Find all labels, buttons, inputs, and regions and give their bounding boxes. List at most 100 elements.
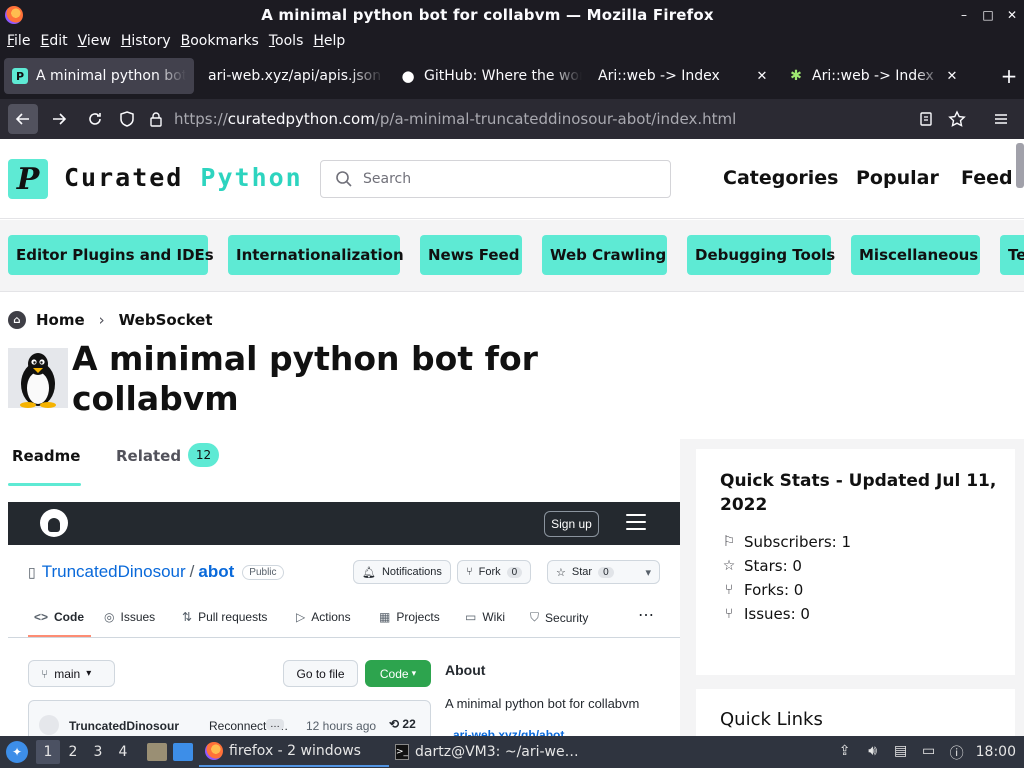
volume-icon[interactable]: 🔊︎ [864,743,882,761]
logo-word-curated: Curated [64,163,184,192]
arrow-left-icon [15,113,29,125]
code-icon: <> [34,610,49,624]
menu-bookmarks[interactable]: Bookmarks [181,33,259,49]
tab-label: Ari::web -> Index [598,68,720,84]
github-fork-button: ⑂ Fork 0 [457,560,532,584]
category-internationalization[interactable]: Internationalization [228,235,404,275]
category-editor-plugins[interactable]: Editor Plugins and IDEs [8,235,214,275]
star-icon: ☆ [556,566,566,579]
workspace-1[interactable]: 1 [36,740,60,764]
menu-help[interactable]: Help [313,33,345,49]
github-latest-commit: TruncatedDinosour Reconnect a… … 12 hour… [28,700,431,736]
file-manager-icon[interactable] [147,743,167,761]
taskbar: ✦ 1 2 3 4 firefox - 2 windows >_ dartz@V… [0,736,1024,768]
show-desktop-icon[interactable] [173,743,193,761]
menu-file[interactable]: File [7,33,30,49]
display-icon[interactable]: ▭ [920,743,938,761]
play-icon: ▷ [296,610,306,624]
github-notifications-button: 🔔︎ Notifications [353,560,451,584]
site-search-input[interactable]: Search [320,160,671,198]
commit-count: 22 [402,717,416,731]
related-count-badge: 12 [188,443,219,467]
site-logo-text[interactable]: Curated Python [64,163,303,192]
star-label: Star [571,566,593,578]
stat-issues-label: Issues: 0 [744,605,810,623]
upload-icon[interactable]: ⇪ [836,743,854,761]
url-text[interactable]: https://curatedpython.com/p/a-minimal-tr… [174,110,736,128]
url-path: /p/a-minimal-truncateddinosour-abot/inde… [374,110,737,128]
taskbar-terminal[interactable]: >_ dartz@VM3: ~/ari-we… [389,737,579,767]
table-icon: ▦ [379,610,391,624]
minimize-icon[interactable]: – [952,8,976,22]
menu-view[interactable]: View [78,33,111,49]
menu-tools[interactable]: Tools [269,33,304,49]
book-icon: ▭ [465,610,477,624]
tab-readme[interactable]: Readme [12,447,80,465]
quick-links-title: Quick Links [720,709,823,730]
nav-prs-label: Pull requests [198,610,268,624]
arrow-right-icon [53,113,67,125]
close-icon[interactable]: ✕ [1000,8,1024,22]
workspace-3[interactable]: 3 [86,744,110,760]
reload-button[interactable] [80,104,110,134]
github-about-description: A minimal python bot for collabvm [445,696,640,711]
browser-tab-ari-web-index[interactable]: Ari::web -> Index ✕ [590,58,780,94]
nav-popular[interactable]: Popular [856,167,939,189]
site-header: P Curated Python Search Categories Popul… [0,139,1024,219]
nav-feed[interactable]: Feed [961,167,1013,189]
start-menu-icon[interactable]: ✦ [6,741,28,763]
taskbar-firefox[interactable]: firefox - 2 windows [199,737,389,767]
workspace-2[interactable]: 2 [61,744,85,760]
shield-icon[interactable] [118,110,136,128]
fork-icon: ⑂ [466,566,473,578]
window-titlebar: A minimal python bot for collabvm — Mozi… [0,0,1024,29]
category-truncated[interactable]: Te [1000,235,1024,275]
new-tab-button[interactable]: + [994,64,1024,88]
forward-button[interactable] [44,104,74,134]
url-bar[interactable]: https://curatedpython.com/p/a-minimal-tr… [116,103,966,135]
category-news-feed[interactable]: News Feed [420,235,522,275]
reader-view-icon[interactable] [918,111,934,127]
category-strip: Editor Plugins and IDEs Internationaliza… [0,220,1024,292]
app-menu-button[interactable] [986,104,1016,134]
maximize-icon[interactable]: □ [976,8,1000,22]
nav-categories[interactable]: Categories [723,167,838,189]
menu-edit[interactable]: Edit [40,33,67,49]
breadcrumb-home[interactable]: Home [36,311,85,329]
browser-tab-ari-web-index-2[interactable]: ✱ Ari::web -> Index ✕ [780,58,970,94]
category-debugging-tools[interactable]: Debugging Tools [687,235,835,275]
quick-links-card: Quick Links [696,689,1015,736]
site-logo-icon[interactable]: P [8,159,48,199]
browser-tab-curatedpython[interactable]: P A minimal python bot for collabvm [4,58,194,94]
lock-icon[interactable] [148,111,164,127]
close-tab-icon[interactable]: ✕ [752,69,772,84]
github-repo-name: abot [198,562,235,581]
fork-icon: ⑂ [724,582,734,598]
update-notifier-icon[interactable]: ⓘ [948,743,966,762]
terminal-icon: >_ [395,744,410,760]
tab-label: ari-web.xyz/api/apis.json [208,68,382,84]
page-scrollbar[interactable] [1016,143,1024,188]
menu-history[interactable]: History [121,33,171,49]
back-button[interactable] [8,104,38,134]
bookmark-star-icon[interactable] [948,110,966,128]
commit-avatar [39,715,59,735]
category-miscellaneous[interactable]: Miscellaneous [851,235,980,275]
content-tabs: Readme Related 12 [0,439,680,487]
home-icon: ⌂ [8,311,26,329]
github-repo-nav: <> Code ◎ Issues ⇅ Pull requests ▷ Actions ▦… [8,596,680,638]
close-tab-icon[interactable]: ✕ [942,69,962,84]
tab-related[interactable]: Related [116,447,181,465]
stat-stars: ☆ Stars: 0 [720,557,802,575]
browser-tab-ari-web-api[interactable]: ari-web.xyz/api/apis.json [194,58,392,94]
browser-tab-github[interactable]: ● GitHub: Where the world builds softwar… [392,58,590,94]
clipboard-icon[interactable]: ▤ [892,743,910,761]
more-dots-icon: ⋯ [638,607,654,624]
workspace-4[interactable]: 4 [111,744,135,760]
bell-icon: 🔔︎ [362,566,376,579]
tab-bar: P A minimal python bot for collabvm ari-… [0,53,1024,99]
category-web-crawling[interactable]: Web Crawling [542,235,667,275]
menu-bar: File Edit View History Bookmarks Tools H… [0,29,1024,53]
breadcrumb-current[interactable]: WebSocket [119,311,213,329]
github-code-button: Code ▾ [365,660,431,687]
